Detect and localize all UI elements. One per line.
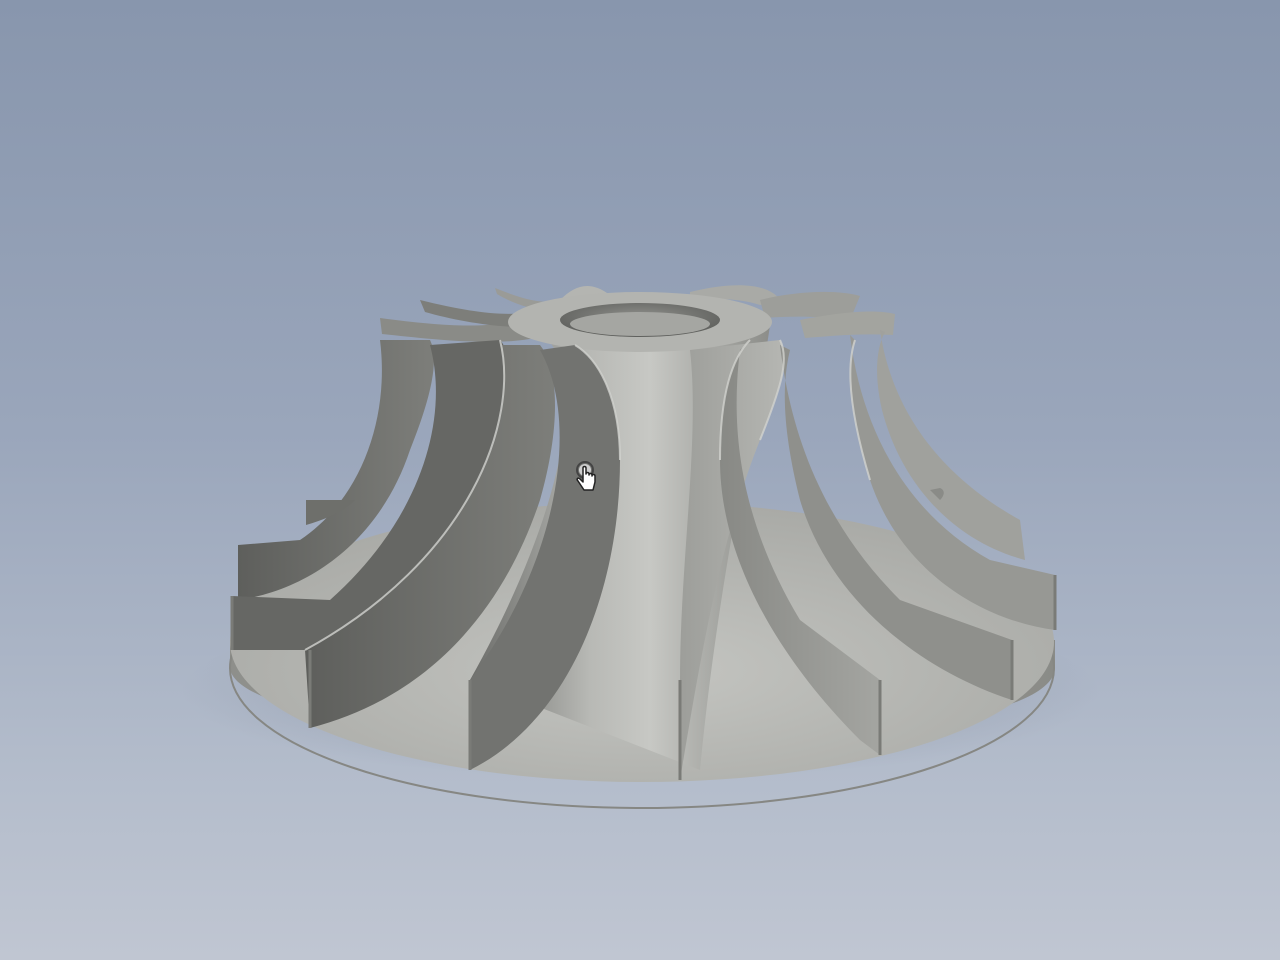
hand-pointer-icon <box>576 461 596 491</box>
impeller-model[interactable] <box>0 0 1280 960</box>
graphics-viewport[interactable] <box>0 0 1280 960</box>
hub-bore-inner <box>570 312 710 336</box>
